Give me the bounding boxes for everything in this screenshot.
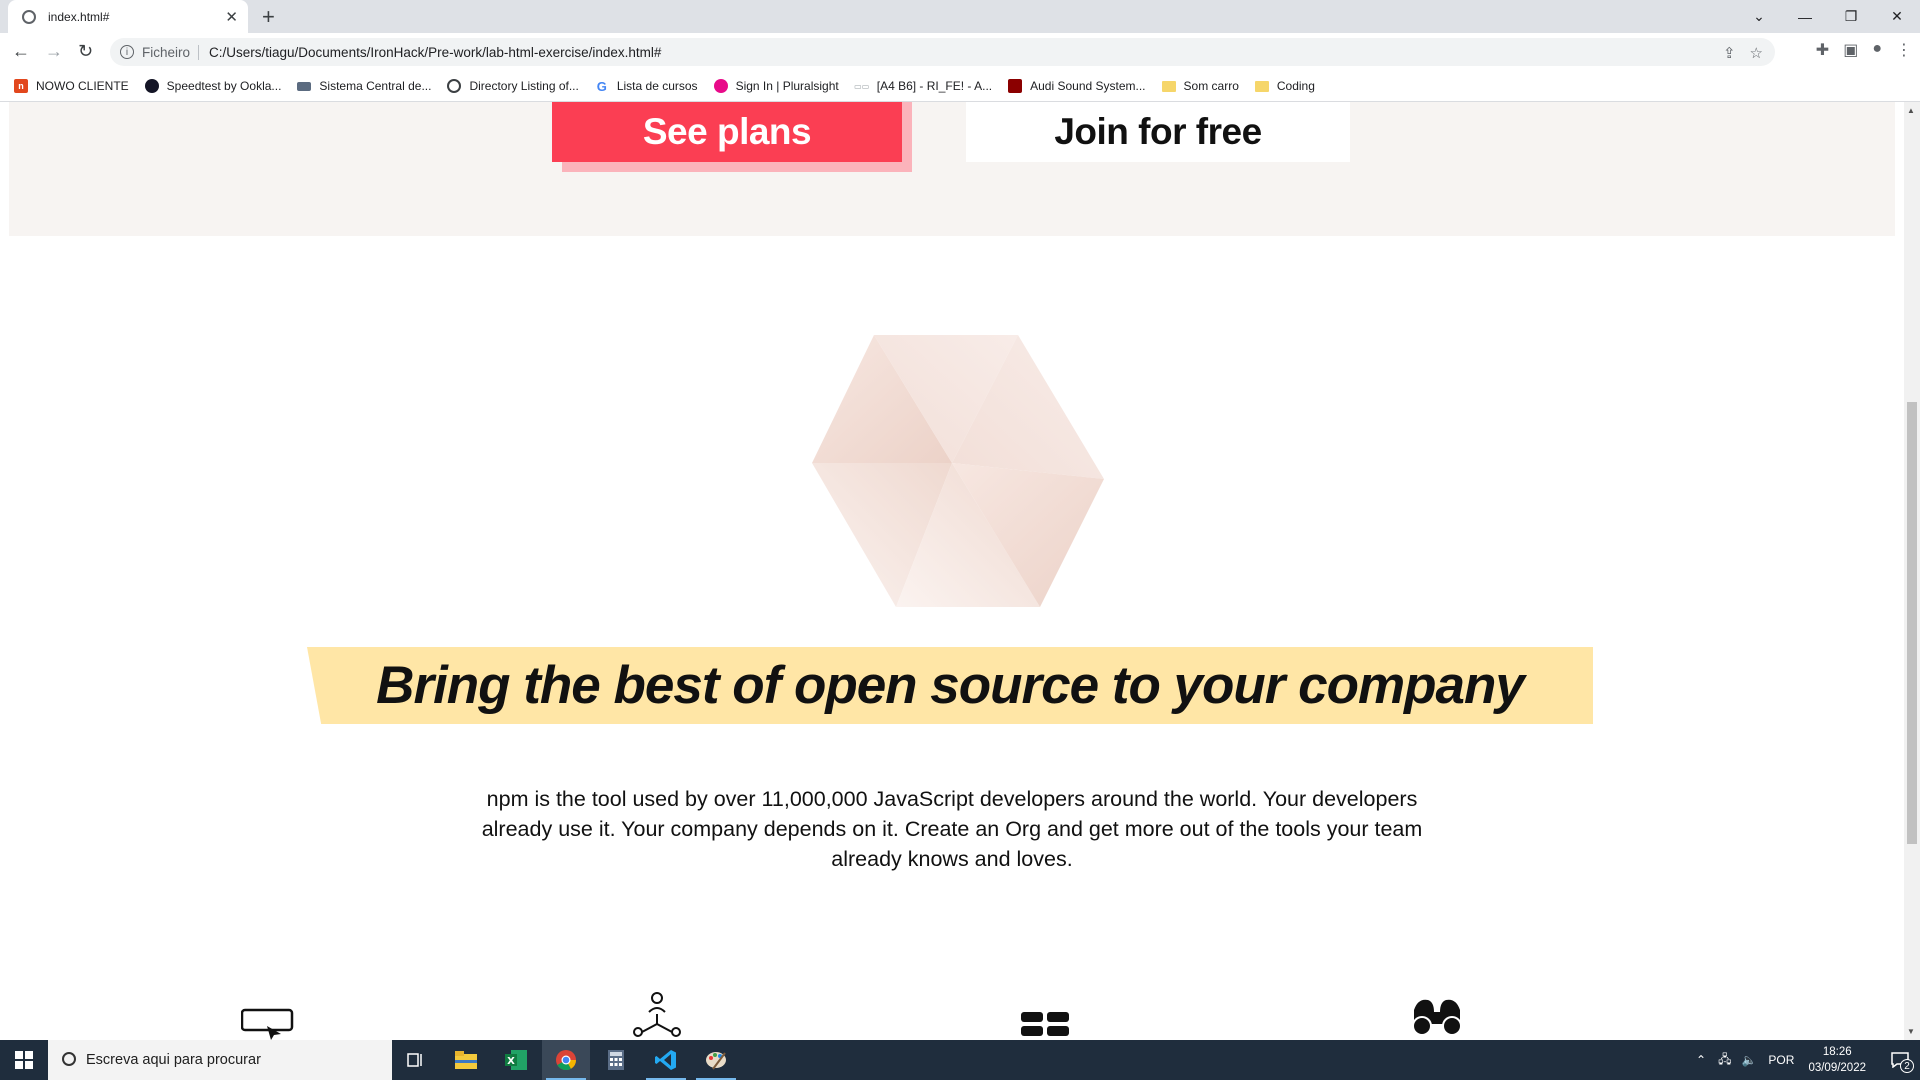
pluralsight-icon: [713, 79, 728, 93]
share-icon[interactable]: ⇪: [1723, 44, 1736, 62]
see-plans-button[interactable]: See plans: [552, 102, 902, 162]
hexagon-illustration: [812, 335, 1104, 607]
clock-time: 18:26: [1822, 1046, 1852, 1058]
laptop-icon: [297, 81, 312, 91]
new-tab-button[interactable]: +: [262, 4, 275, 30]
tab-title: index.html#: [48, 9, 110, 24]
bookmark-item[interactable]: Sign In | Pluralsight: [713, 79, 839, 93]
page-headline: Bring the best of open source to your co…: [376, 656, 1525, 715]
folder-icon: [455, 1051, 477, 1069]
bookmark-item[interactable]: Speedtest by Ookla...: [144, 79, 281, 93]
page-scrollbar[interactable]: ▲ ▼: [1904, 102, 1920, 1040]
scroll-down-icon[interactable]: ▼: [1907, 1027, 1915, 1036]
tab-search-icon[interactable]: ⌄: [1736, 0, 1782, 33]
scheme-label: Ficheiro: [142, 44, 200, 60]
browser-toolbar: ← → ↻ i Ficheiro C:/Users/tiagu/Document…: [0, 33, 1920, 71]
scrollbar-thumb[interactable]: [1907, 402, 1917, 844]
side-panel-icon[interactable]: ▣: [1843, 40, 1858, 60]
back-icon[interactable]: ←: [12, 41, 30, 62]
excel-icon: X: [505, 1050, 527, 1070]
page-viewport: See plans Join for free Bring the best o…: [0, 102, 1904, 1040]
calculator-button[interactable]: [592, 1040, 640, 1080]
window-controls: ⌄ — ❐ ✕: [1736, 0, 1920, 33]
join-for-free-button[interactable]: Join for free: [966, 102, 1350, 162]
minimize-button[interactable]: —: [1782, 0, 1828, 33]
url-text[interactable]: C:/Users/tiagu/Documents/IronHack/Pre-wo…: [209, 45, 661, 60]
vscode-button[interactable]: [642, 1040, 690, 1080]
nowo-icon: n: [14, 79, 28, 93]
start-button[interactable]: [0, 1040, 48, 1080]
taskbar-search-placeholder: Escreva aqui para procurar: [86, 1052, 261, 1068]
windows-taskbar: Escreva aqui para procurar X ⌃ 🖧 🔈 POR 1…: [0, 1040, 1920, 1080]
google-icon: G: [594, 78, 609, 94]
binoculars-icon: [1412, 999, 1462, 1036]
chrome-button[interactable]: [542, 1040, 590, 1080]
language-indicator[interactable]: POR: [1768, 1053, 1794, 1067]
task-view-button[interactable]: [392, 1040, 440, 1080]
tab-strip: index.html# ✕ + ⌄ — ❐ ✕: [0, 0, 1920, 33]
system-tray: ⌃ 🖧 🔈 POR 18:26 03/09/2022 2: [1696, 1040, 1920, 1080]
search-icon: [62, 1052, 76, 1066]
extensions-icon[interactable]: ✚: [1816, 40, 1829, 60]
keyboard-icon: ▭▭: [854, 79, 869, 93]
intro-paragraph: npm is the tool used by over 11,000,000 …: [481, 787, 1423, 871]
team-network-icon: [633, 992, 681, 1037]
svg-text:X: X: [507, 1056, 515, 1067]
address-bar[interactable]: i Ficheiro C:/Users/tiagu/Documents/Iron…: [110, 38, 1775, 66]
speedtest-icon: [144, 79, 159, 93]
grid-blocks-icon: [1021, 1012, 1069, 1036]
bookmarks-bar: n NOWO CLIENTE Speedtest by Ookla... Sist…: [0, 71, 1920, 102]
bookmark-folder[interactable]: Som carro: [1161, 79, 1239, 93]
show-hidden-icons-icon[interactable]: ⌃: [1696, 1053, 1706, 1067]
bookmark-folder[interactable]: Coding: [1254, 79, 1315, 93]
close-window-button[interactable]: ✕: [1874, 0, 1920, 33]
bookmark-item[interactable]: Audi Sound System...: [1008, 79, 1146, 93]
bookmark-item[interactable]: Sistema Central de...: [297, 79, 431, 93]
reload-icon[interactable]: ↻: [78, 41, 93, 62]
clock-date: 03/09/2022: [1808, 1062, 1866, 1074]
task-view-icon: [407, 1053, 422, 1067]
clock[interactable]: 18:26 03/09/2022: [1808, 1044, 1866, 1076]
volume-icon[interactable]: 🔈: [1741, 1053, 1756, 1067]
audi-icon: [1008, 79, 1023, 93]
monitor-cursor-icon: [241, 1008, 294, 1040]
hero-band: [9, 102, 1895, 236]
windows-logo-icon: [15, 1051, 33, 1069]
chrome-icon: [556, 1050, 577, 1071]
bookmark-item[interactable]: Directory Listing of...: [447, 79, 579, 93]
notification-center-button[interactable]: 2: [1880, 1040, 1920, 1080]
bookmark-item[interactable]: ▭▭ [A4 B6] - RI_FE! - A...: [854, 79, 992, 93]
info-icon[interactable]: i: [120, 45, 134, 59]
palette-icon: [706, 1052, 726, 1070]
excel-button[interactable]: X: [492, 1040, 540, 1080]
network-icon[interactable]: 🖧: [1718, 1050, 1731, 1071]
globe-icon: [447, 79, 462, 93]
file-explorer-button[interactable]: [442, 1040, 490, 1080]
paint-button[interactable]: [692, 1040, 740, 1080]
taskbar-search[interactable]: Escreva aqui para procurar: [48, 1040, 392, 1080]
folder-icon: [1254, 80, 1269, 92]
browser-tab[interactable]: index.html# ✕: [8, 0, 248, 33]
vscode-icon: [655, 1050, 676, 1070]
bookmark-item[interactable]: n NOWO CLIENTE: [14, 79, 129, 93]
folder-icon: [1161, 80, 1176, 92]
profile-avatar-icon[interactable]: ●: [1872, 40, 1882, 60]
forward-icon[interactable]: →: [45, 41, 63, 62]
calculator-icon: [608, 1050, 624, 1070]
globe-icon: [22, 9, 36, 24]
bookmark-star-icon[interactable]: ☆: [1750, 44, 1763, 62]
close-tab-icon[interactable]: ✕: [225, 8, 238, 26]
scroll-up-icon[interactable]: ▲: [1907, 106, 1915, 115]
restore-button[interactable]: ❐: [1828, 0, 1874, 33]
bookmark-item[interactable]: G Lista de cursos: [594, 78, 698, 94]
menu-dots-icon[interactable]: ⋮: [1896, 40, 1912, 60]
notification-count-badge: 2: [1900, 1059, 1914, 1073]
